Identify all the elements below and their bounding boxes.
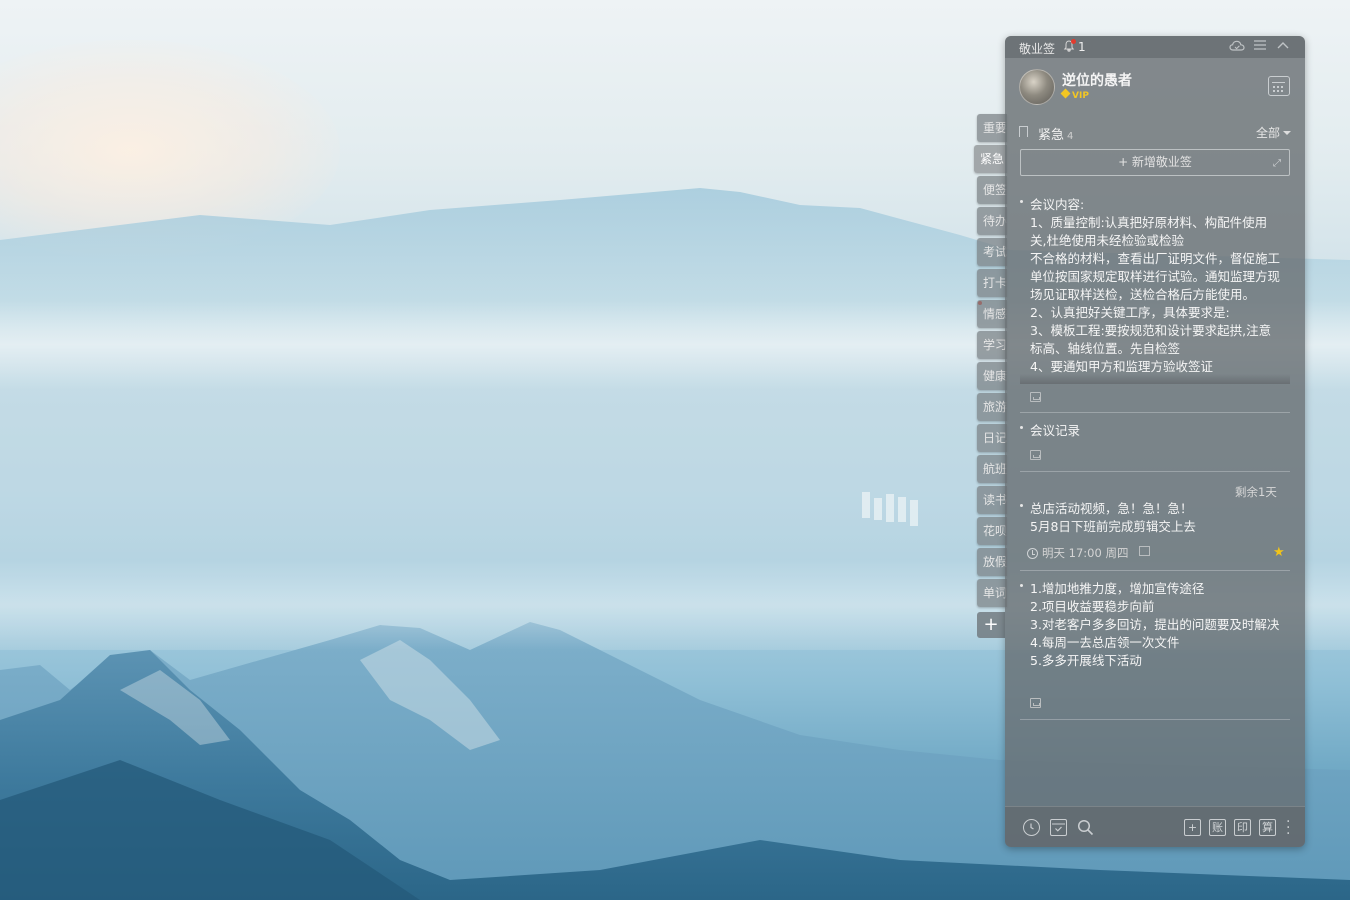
tab-huabei[interactable]: 花呗	[977, 517, 1007, 545]
tab-travel[interactable]: 旅游	[977, 393, 1007, 421]
tab-urgent[interactable]: 紧急	[974, 145, 1007, 173]
cloud-sync-icon[interactable]	[1229, 39, 1245, 55]
add-icon[interactable]: +	[1184, 819, 1201, 836]
bullet-icon	[1020, 200, 1023, 203]
bottom-toolbar: + 账 印 算 · · ·	[1005, 806, 1305, 847]
more-options-icon[interactable]: · · ·	[1286, 815, 1290, 841]
print-icon[interactable]	[1030, 392, 1041, 402]
print-icon[interactable]	[1030, 698, 1041, 708]
avatar[interactable]	[1019, 69, 1055, 105]
note-text[interactable]: 1.增加地推力度，增加宣传途径 2.项目收益要稳步向前 3.对老客户多多回访，提…	[1030, 580, 1280, 690]
text-fade	[1020, 374, 1290, 384]
category-title: 紧急 4	[1038, 124, 1073, 143]
category-count: 4	[1067, 131, 1074, 142]
tab-notes[interactable]: 便签	[977, 176, 1007, 204]
tab-health[interactable]: 健康	[977, 362, 1007, 390]
search-icon[interactable]	[1077, 819, 1094, 836]
star-icon[interactable]: ★	[1273, 545, 1285, 560]
tab-words[interactable]: 单词	[977, 579, 1007, 607]
print-icon[interactable]	[1030, 450, 1041, 460]
note-item[interactable]: 会议内容: 1、质量控制:认真把好原材料、构配件使用关,杜绝使用未经检验或检验 …	[1020, 196, 1290, 413]
print-icon[interactable]	[1139, 546, 1150, 556]
history-clock-icon[interactable]	[1023, 819, 1040, 836]
todo-check-icon[interactable]	[1050, 819, 1067, 836]
bullet-icon	[1020, 584, 1023, 587]
notification-dot	[1071, 39, 1076, 44]
category-header: 紧急 4 全部	[1019, 124, 1291, 143]
filter-dropdown[interactable]: 全部	[1256, 124, 1291, 141]
note-text[interactable]: 会议内容: 1、质量控制:认真把好原材料、构配件使用关,杜绝使用未经检验或检验 …	[1030, 196, 1280, 383]
vip-label: VIP	[1072, 91, 1089, 101]
account-button[interactable]: 账	[1209, 819, 1226, 836]
collapse-icon[interactable]	[1275, 39, 1291, 55]
tab-reading[interactable]: 读书	[977, 486, 1007, 514]
tab-important[interactable]: 重要	[977, 114, 1007, 142]
note-item[interactable]: 会议记录	[1020, 422, 1290, 472]
category-name: 紧急	[1038, 128, 1065, 143]
title-bar[interactable]: 敬业签 1	[1005, 36, 1305, 58]
tab-flight[interactable]: 航班	[977, 455, 1007, 483]
calculator-button[interactable]: 算	[1259, 819, 1276, 836]
bullet-icon	[1020, 504, 1023, 507]
notification-count: 1	[1078, 40, 1086, 54]
diamond-icon	[1060, 88, 1071, 99]
print-button[interactable]: 印	[1234, 819, 1251, 836]
sticky-note-panel: 敬业签 1 逆位的愚者 VIP 紧急 4 全部 + 新增敬业签 ⤢ 会议内容: 1…	[1005, 36, 1305, 847]
note-item[interactable]: 1.增加地推力度，增加宣传途径 2.项目收益要稳步向前 3.对老客户多多回访，提…	[1020, 580, 1290, 720]
note-text[interactable]: 总店活动视频，急！急！急！ 5月8日下班前完成剪辑交上去	[1030, 500, 1280, 540]
tab-study[interactable]: 学习	[977, 331, 1007, 359]
note-text[interactable]: 会议记录	[1030, 422, 1280, 442]
calendar-icon[interactable]	[1268, 76, 1290, 96]
add-note-label: + 新增敬业签	[1118, 155, 1192, 169]
reminder-time[interactable]: 明天 17:00 周四	[1027, 545, 1128, 561]
filter-label: 全部	[1255, 126, 1280, 140]
tab-diary[interactable]: 日记	[977, 424, 1007, 452]
tab-checkin[interactable]: 打卡	[977, 269, 1007, 297]
vip-badge: VIP	[1060, 88, 1089, 101]
tab-holiday[interactable]: 放假	[977, 548, 1007, 576]
clock-icon	[1027, 548, 1038, 559]
bookmark-icon	[1019, 126, 1028, 137]
expand-icon[interactable]: ⤢	[1273, 151, 1281, 176]
tab-exam[interactable]: 考试	[977, 238, 1007, 266]
add-category-button[interactable]: +	[977, 612, 1005, 638]
app-title: 敬业签	[1019, 42, 1056, 56]
tab-todo[interactable]: 待办	[977, 207, 1007, 235]
add-note-button[interactable]: + 新增敬业签 ⤢	[1020, 149, 1290, 176]
reminder-label: 明天 17:00 周四	[1042, 546, 1129, 560]
bullet-icon	[1020, 426, 1023, 429]
menu-icon[interactable]	[1252, 39, 1268, 55]
caret-down-icon	[1283, 131, 1291, 135]
user-name[interactable]: 逆位的愚者	[1062, 70, 1132, 90]
tab-emotion[interactable]: 情感	[977, 300, 1007, 328]
remaining-days: 剩余1天	[1235, 485, 1277, 499]
